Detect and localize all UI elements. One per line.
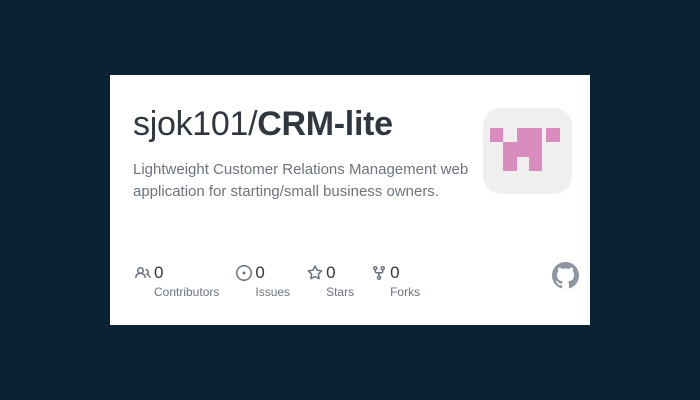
people-icon — [135, 265, 151, 281]
issues-count: 0 — [255, 264, 290, 281]
star-icon — [307, 265, 323, 281]
repo-description: Lightweight Customer Relations Managemen… — [133, 159, 469, 203]
stat-issues: 0 Issues — [236, 264, 290, 298]
social-preview-background: sjok101/CRM-lite Lightweight Customer Re… — [0, 0, 700, 400]
forks-count: 0 — [390, 264, 420, 281]
forks-label: Forks — [390, 286, 420, 298]
repo-owner: sjok101/ — [133, 105, 257, 143]
github-mark-icon — [552, 262, 579, 289]
repo-social-card: sjok101/CRM-lite Lightweight Customer Re… — [110, 75, 590, 325]
stat-forks: 0 Forks — [371, 264, 420, 298]
contributors-count: 0 — [154, 264, 219, 281]
stat-contributors: 0 Contributors — [135, 264, 219, 298]
stats-row: 0 Contributors 0 Issues 0 — [135, 264, 420, 298]
issues-label: Issues — [255, 286, 290, 298]
issue-opened-icon — [236, 265, 252, 281]
contributors-label: Contributors — [154, 286, 219, 298]
repo-name: CRM-lite — [257, 105, 392, 143]
repo-title: sjok101/CRM-lite — [133, 104, 393, 144]
repo-fork-icon — [371, 265, 387, 281]
stat-stars: 0 Stars — [307, 264, 354, 298]
identicon-avatar-icon — [483, 108, 572, 194]
avatar — [483, 108, 572, 194]
stars-label: Stars — [326, 286, 354, 298]
stars-count: 0 — [326, 264, 354, 281]
